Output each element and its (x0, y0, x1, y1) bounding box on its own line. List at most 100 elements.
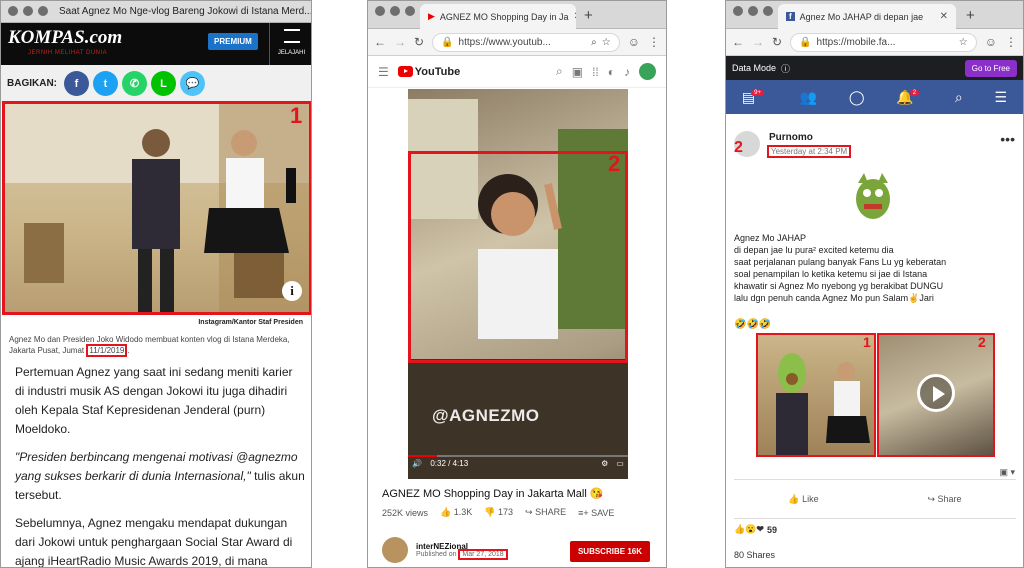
bell-icon[interactable]: ♪ (624, 65, 630, 79)
friends-icon[interactable]: 👥 (800, 89, 817, 106)
post-options-icon[interactable]: ••• (1000, 131, 1015, 147)
tab-strip: f Agnez Mo JAHAP di depan jae ✕ + (726, 1, 1023, 29)
settings-icon[interactable]: ⚙ (601, 459, 608, 468)
theater-icon[interactable]: ▭ (632, 459, 640, 468)
kompas-logo[interactable]: KOMPAS.com (8, 27, 122, 49)
paragraph: Pertemuan Agnez yang saat ini sedang men… (15, 365, 293, 436)
reaction-summary[interactable]: 👍😮❤ 59 (734, 524, 777, 535)
highlight-box-thumb-1 (756, 333, 876, 457)
jelajahi-button[interactable]: JELAJAHI (269, 23, 311, 65)
marker-number: 2 (734, 139, 743, 156)
subscribe-button[interactable]: SUBSCRIBE 16K (569, 541, 650, 562)
like-button[interactable]: 👍 1.3K (440, 507, 472, 518)
hamburger-icon[interactable]: ☰ (378, 65, 389, 79)
article-body: Pertemuan Agnez yang saat ini sedang men… (15, 363, 305, 568)
like-button[interactable]: 👍 Like (788, 494, 818, 505)
profile-icon[interactable]: ☺ (985, 35, 997, 49)
camera-icon[interactable]: ▣ (572, 65, 583, 79)
avatar[interactable] (639, 63, 656, 80)
time-display: 0:32 / 4:13 (430, 458, 469, 468)
traffic-lights[interactable] (375, 6, 415, 16)
reload-icon[interactable]: ↻ (772, 35, 782, 49)
notifications-icon[interactable]: 🔔2 (896, 89, 923, 106)
twitter-icon[interactable]: t (93, 71, 118, 96)
sticker-image (856, 173, 890, 219)
caption-date: 11/1/2019 (86, 344, 128, 357)
reload-icon[interactable]: ↻ (414, 35, 424, 49)
fullscreen-icon[interactable]: ⛶ (647, 458, 653, 468)
post-timestamp[interactable]: Yesterday at 2:34 PM (767, 145, 852, 158)
facebook-icon[interactable]: f (64, 71, 89, 96)
line-icon[interactable]: L (151, 71, 176, 96)
next-icon[interactable]: ⏭ (397, 458, 404, 468)
viewer-dropdown[interactable]: ▣ ▾ (999, 467, 1015, 478)
youtube-logo[interactable]: YouTube (397, 66, 460, 78)
whatsapp-icon[interactable]: ✆ (122, 71, 147, 96)
address-bar: ← → ↻ 🔒 https://www.youtub... ⌕ ☆ ☺ ⋮ (368, 29, 666, 56)
traffic-lights[interactable] (8, 6, 48, 16)
play-icon[interactable]: ▶ (383, 459, 389, 468)
youtube-window: ▶ AGNEZ MO Shopping Day in Ja ✕ + ← → ↻ … (367, 0, 667, 568)
premium-button[interactable]: PREMIUM (208, 33, 258, 50)
share-button[interactable]: ↪ Share (928, 494, 962, 505)
apps-icon[interactable]: ⁞⁞ (592, 65, 599, 79)
back-icon[interactable]: ← (732, 35, 744, 49)
emoji-row: 🤣🤣🤣 (734, 319, 772, 330)
paragraph: "Presiden berbincang mengenai motivasi @… (15, 450, 305, 502)
photo-caption: Agnez Mo dan Presiden Joko Widodo membua… (9, 335, 290, 357)
forward-icon[interactable]: → (752, 35, 764, 49)
url-field[interactable]: 🔒 https://www.youtub... ⌕ ☆ (432, 32, 620, 52)
back-icon[interactable]: ← (374, 35, 386, 49)
highlight-box-2 (408, 151, 628, 363)
marker-number: 1 (290, 103, 303, 128)
save-button[interactable]: ≡+ SAVE (578, 508, 614, 518)
kompas-header: KOMPAS.com JERNIH MELIHAT DUNIA PREMIUM … (1, 23, 311, 65)
url-field[interactable]: 🔒 https://mobile.fa... ☆ (790, 32, 977, 52)
messages-icon[interactable]: ◐ (608, 65, 615, 79)
more-icon[interactable]: ⋮ (648, 35, 660, 49)
youtube-topbar: ☰ YouTube ⌕ ▣ ⁞⁞ ◐ ♪ (368, 56, 666, 88)
data-mode-label: Data Mode (732, 63, 777, 73)
profile-icon[interactable]: ☺ (628, 35, 640, 49)
forward-icon[interactable]: → (394, 35, 406, 49)
star-icon[interactable]: ☆ (959, 37, 968, 48)
chat-icon[interactable]: 💬 (180, 71, 205, 96)
news-feed-icon[interactable]: ▤9+ (742, 89, 768, 106)
search-icon[interactable]: ⌕ (591, 37, 597, 48)
post-author[interactable]: Purnomo (769, 132, 813, 143)
search-icon[interactable]: ⌕ (955, 89, 963, 106)
close-tab-icon[interactable]: ✕ (940, 11, 948, 22)
marker-number: 1 (863, 334, 871, 350)
search-icon[interactable]: ⌕ (556, 64, 563, 79)
more-icon[interactable]: ⋮ (1005, 35, 1017, 49)
share-count[interactable]: 80 Shares (734, 550, 775, 560)
help-icon[interactable]: ⓘ (781, 62, 790, 75)
video-stats: 252K views 👍 1.3K 👎 173 ↪ SHARE ≡+ SAVE (382, 507, 662, 518)
miniplayer-icon[interactable]: ▭ (616, 459, 624, 468)
menu-icon[interactable]: ☰ (995, 89, 1008, 106)
close-tab-icon[interactable]: ✕ (573, 11, 576, 22)
tab-strip: ▶ AGNEZ MO Shopping Day in Ja ✕ + (368, 1, 666, 29)
channel-info: interNEZional Published on Mar 27, 2018 (382, 537, 508, 563)
dislike-button[interactable]: 👎 173 (484, 507, 513, 518)
browser-tab[interactable]: f Agnez Mo JAHAP di depan jae ✕ (778, 4, 956, 29)
channel-avatar[interactable] (382, 537, 408, 563)
share-button[interactable]: ↪ SHARE (525, 507, 566, 518)
new-tab-icon[interactable]: + (966, 7, 975, 24)
paragraph: Sebelumnya, Agnez mengaku mendapat dukun… (15, 516, 293, 568)
facebook-nav: ▤9+ 👥 ◯ 🔔2 ⌕ ☰ (726, 80, 1023, 114)
star-icon[interactable]: ☆ (602, 37, 611, 48)
share-bar: BAGIKAN: f t ✆ L 💬 (1, 65, 311, 103)
traffic-lights[interactable] (733, 6, 773, 16)
video-title: AGNEZ MO Shopping Day in Jakarta Mall 😘 (382, 488, 604, 500)
go-to-free-button[interactable]: Go to Free (964, 59, 1017, 77)
volume-icon[interactable]: 🔊 (412, 459, 422, 468)
browser-tab[interactable]: ▶ AGNEZ MO Shopping Day in Ja ✕ (420, 4, 576, 29)
menu-icon (284, 29, 300, 43)
publish-date: Published on Mar 27, 2018 (416, 549, 508, 560)
youtube-favicon-icon: ▶ (428, 11, 435, 21)
messenger-icon[interactable]: ◯ (849, 89, 865, 106)
share-label: BAGIKAN: (7, 78, 57, 89)
new-tab-icon[interactable]: + (584, 7, 593, 24)
view-count: 252K views (382, 507, 429, 518)
